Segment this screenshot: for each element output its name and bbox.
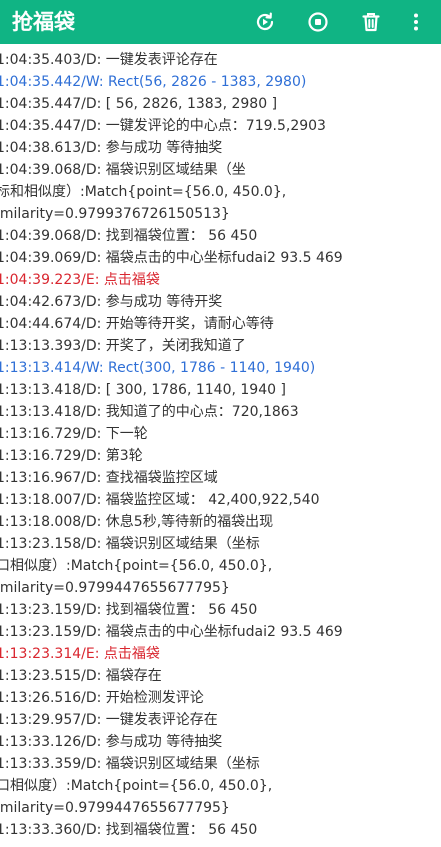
clear-button[interactable] bbox=[356, 7, 386, 37]
log-line: 标和相似度）:Match{point={56.0, 450.0}, bbox=[0, 184, 287, 200]
log-line: 口相似度）:Match{point={56.0, 450.0}, bbox=[0, 558, 273, 574]
log-line: 1:04:35.447/D: [ 56, 2826, 1383, 2980 ] bbox=[0, 96, 278, 112]
log-line: 1:04:39.068/D: 福袋识别区域结果（坐 bbox=[0, 162, 246, 178]
log-line: 1:04:35.403/D: 一键发表评论存在 bbox=[0, 52, 218, 68]
start-button[interactable] bbox=[250, 7, 280, 37]
log-line: 1:04:44.674/D: 开始等待开奖，请耐心等待 bbox=[0, 316, 274, 332]
log-line: 1:04:35.442/W: Rect(56, 2826 - 1383, 298… bbox=[0, 74, 307, 90]
log-line: imilarity=0.9799376726150513} bbox=[0, 206, 230, 222]
log-view[interactable]: 1:04:35.403/D: 一键发表评论存在 1:04:35.442/W: Re… bbox=[0, 44, 441, 847]
log-line: 1:13:29.957/D: 一键发表评论存在 bbox=[0, 712, 218, 728]
log-line: imilarity=0.9799447655677795} bbox=[0, 800, 230, 816]
log-line: 1:13:13.414/W: Rect(300, 1786 - 1140, 19… bbox=[0, 360, 316, 376]
play-icon bbox=[256, 12, 274, 31]
more-button[interactable] bbox=[401, 7, 431, 37]
app-bar: 抢福袋 bbox=[0, 0, 441, 44]
log-line: 1:04:39.068/D: 找到福袋位置： 56 450 bbox=[0, 228, 258, 244]
log-line: 1:13:23.159/D: 福袋点击的中心坐标fudai2 93.5 469 bbox=[0, 624, 343, 640]
log-line: 1:13:33.126/D: 参与成功 等待抽奖 bbox=[0, 734, 223, 750]
stop-button[interactable] bbox=[303, 7, 333, 37]
log-line: 1:13:33.359/D: 福袋识别区域结果（坐标 bbox=[0, 756, 260, 772]
log-line: 1:13:16.729/D: 下一轮 bbox=[0, 426, 148, 442]
log-line: imilarity=0.9799447655677795} bbox=[0, 580, 230, 596]
log-line: 1:13:18.007/D: 福袋监控区域： 42,400,922,540 bbox=[0, 492, 320, 508]
log-line: 1:04:38.613/D: 参与成功 等待抽奖 bbox=[0, 140, 223, 156]
log-line: 1:04:42.673/D: 参与成功 等待开奖 bbox=[0, 294, 223, 310]
log-line: 1:04:39.223/E: 点击福袋 bbox=[0, 272, 160, 288]
app-title: 抢福袋 bbox=[12, 10, 75, 34]
log-line: 1:13:26.516/D: 开始检测发评论 bbox=[0, 690, 204, 706]
stop-icon bbox=[308, 12, 328, 32]
more-vertical-icon bbox=[414, 13, 418, 31]
log-line: 1:13:13.393/D: 开奖了，关闭我知道了 bbox=[0, 338, 246, 354]
log-line: 口相似度）:Match{point={56.0, 450.0}, bbox=[0, 778, 273, 794]
log-line: 1:04:39.069/D: 福袋点击的中心坐标fudai2 93.5 469 bbox=[0, 250, 343, 266]
trash-icon bbox=[362, 13, 380, 32]
log-line: 1:13:18.008/D: 休息5秒,等待新的福袋出现 bbox=[0, 514, 274, 530]
log-line: 1:13:23.159/D: 找到福袋位置： 56 450 bbox=[0, 602, 258, 618]
log-line: 1:13:13.418/D: [ 300, 1786, 1140, 1940 ] bbox=[0, 382, 286, 398]
log-line: 1:13:16.729/D: 第3轮 bbox=[0, 448, 143, 464]
log-line: 1:13:13.418/D: 我知道了的中心点：720,1863 bbox=[0, 404, 299, 420]
log-line: 1:13:23.515/D: 福袋存在 bbox=[0, 668, 162, 684]
log-line: 1:13:33.360/D: 找到福袋位置： 56 450 bbox=[0, 822, 258, 838]
log-line: 1:13:23.314/E: 点击福袋 bbox=[0, 646, 160, 662]
log-line: 1:13:23.158/D: 福袋识别区域结果（坐标 bbox=[0, 536, 260, 552]
log-line: 1:13:16.967/D: 查找福袋监控区域 bbox=[0, 470, 218, 486]
log-line: 1:04:35.447/D: 一键发评论的中心点：719.5,2903 bbox=[0, 118, 326, 134]
